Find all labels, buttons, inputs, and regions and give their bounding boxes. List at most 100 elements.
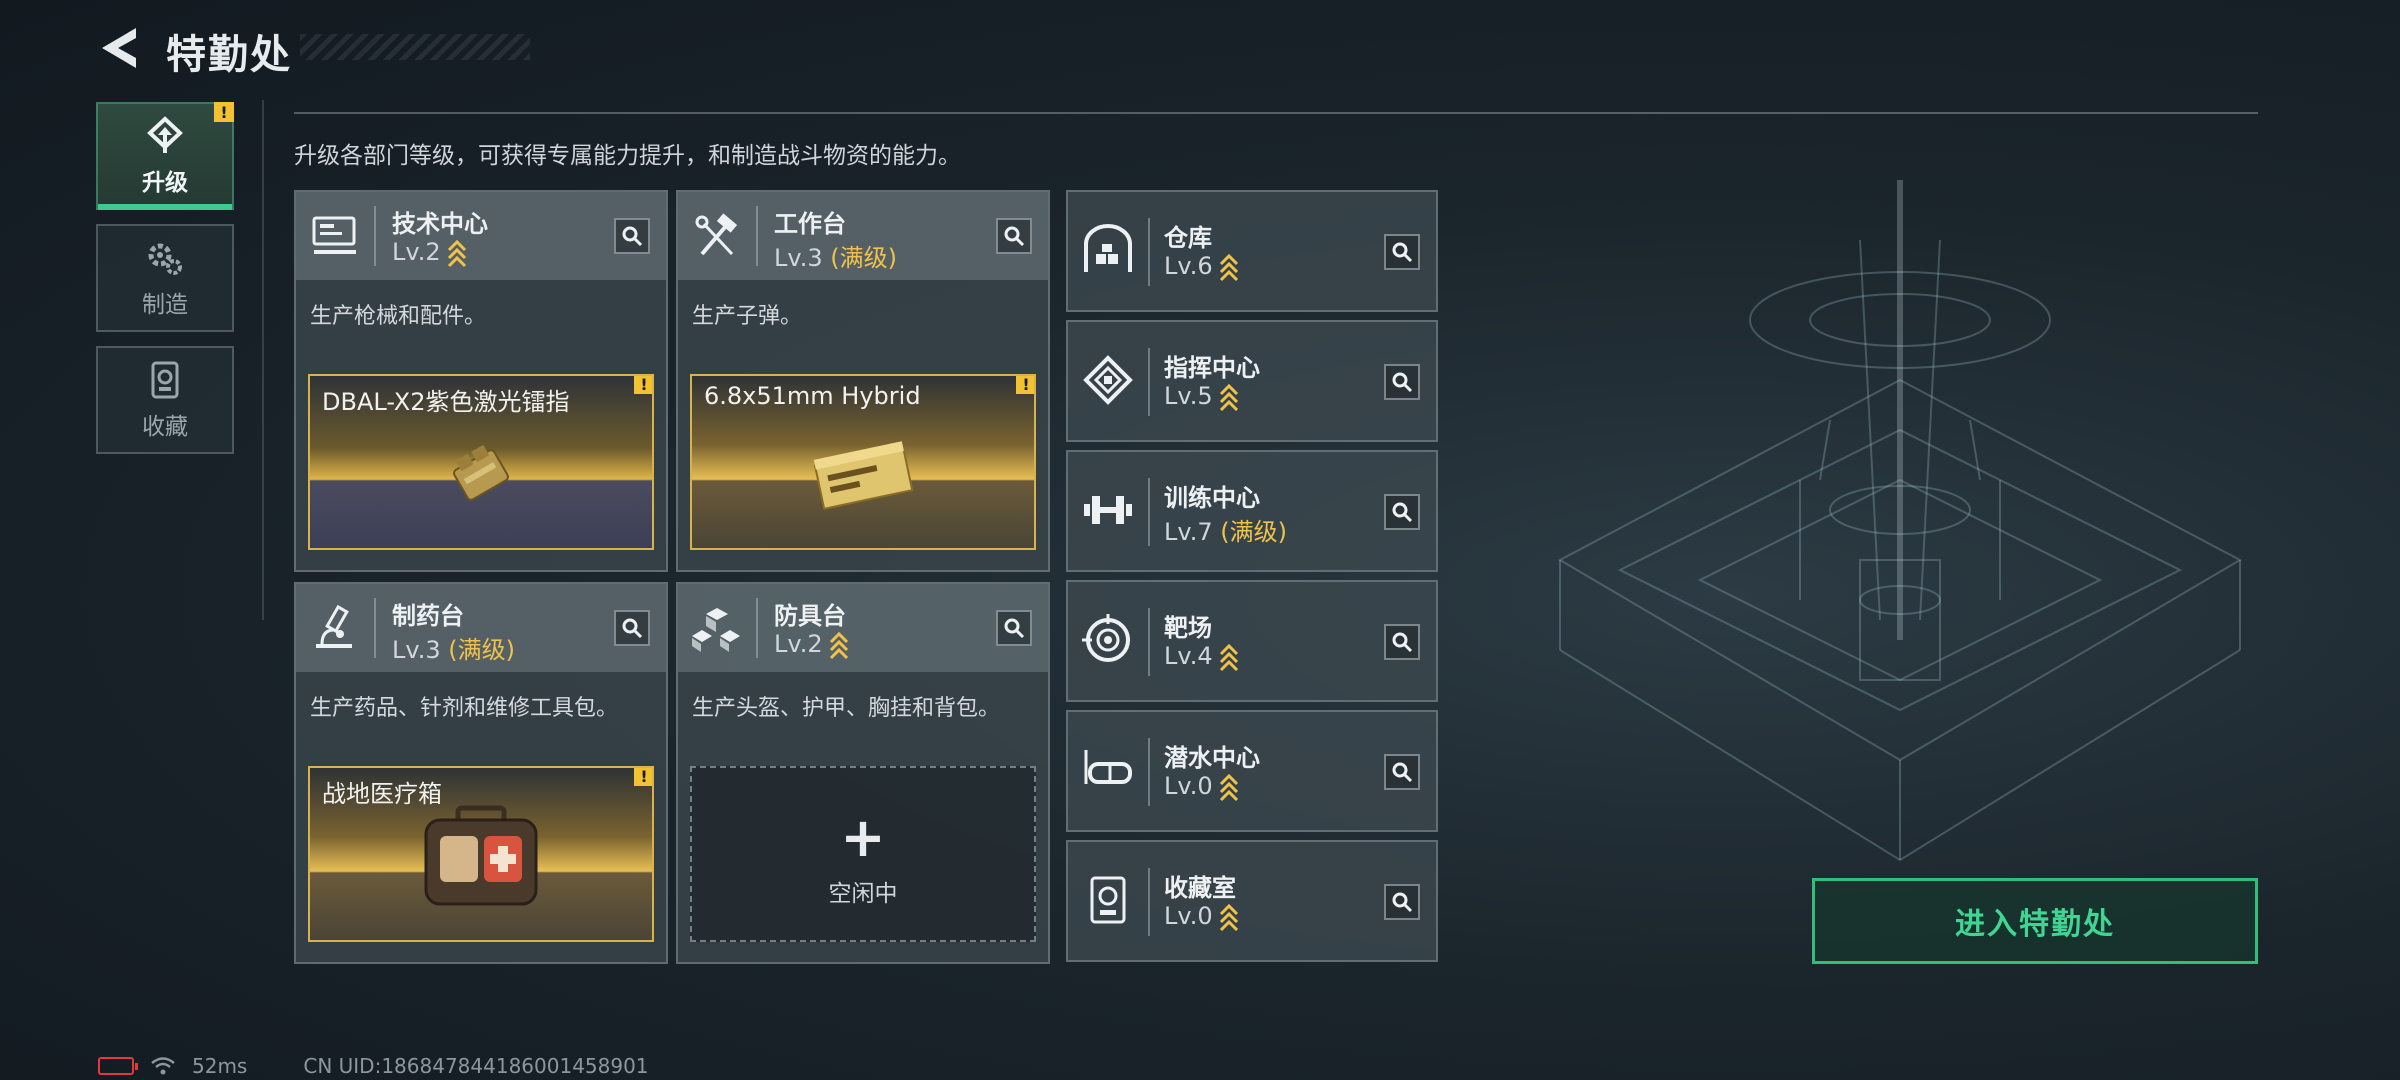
nav-tab-craft[interactable]: 制造 — [96, 224, 234, 332]
department-name: 防具台 — [774, 602, 846, 630]
collection-icon — [144, 359, 186, 401]
header-divider — [1148, 868, 1150, 936]
department-level: Lv.2 — [392, 238, 467, 268]
production-slot[interactable]: 6.8x51mm Hybrid ! — [690, 374, 1036, 550]
department-level: Lv.7 (满级) — [1164, 518, 1287, 546]
alert-badge: ! — [1016, 376, 1034, 394]
search-icon — [1392, 502, 1413, 523]
title-decoration — [300, 34, 530, 60]
department-card-collection-room[interactable]: 收藏室 Lv.0 — [1066, 840, 1438, 962]
header-divider — [1148, 608, 1150, 676]
upgrade-chevrons-icon — [829, 631, 848, 660]
player-uid: CN UID:186847844186001458901 — [303, 1054, 649, 1078]
inspect-button[interactable] — [1384, 234, 1420, 270]
department-name: 收藏室 — [1164, 874, 1236, 902]
department-card-diving-center[interactable]: 潜水中心 Lv.0 — [1066, 710, 1438, 832]
slot-item-name: DBAL-X2紫色激光镭指 — [322, 388, 570, 416]
medkit-icon — [416, 802, 546, 916]
monitor-icon — [310, 212, 360, 262]
header-divider — [1148, 738, 1150, 806]
inspect-button[interactable] — [1384, 364, 1420, 400]
base-building-illustration — [1557, 180, 2243, 862]
search-icon — [622, 618, 643, 639]
inspect-button[interactable] — [1384, 624, 1420, 660]
inspect-button[interactable] — [614, 218, 650, 254]
add-icon: + — [840, 806, 886, 869]
ping-value: 52ms — [192, 1054, 248, 1078]
department-name: 仓库 — [1164, 224, 1212, 252]
department-card-shooting-range[interactable]: 靶场 Lv.4 — [1066, 580, 1438, 702]
department-card-training-center[interactable]: 训练中心 Lv.7 (满级) — [1066, 450, 1438, 572]
upgrade-chevrons-icon — [1219, 253, 1238, 282]
department-description: 生产子弹。 — [692, 304, 803, 329]
nav-tab-upgrade[interactable]: 升级 ! — [96, 102, 234, 210]
department-level: Lv.3 (满级) — [774, 244, 897, 272]
production-slot[interactable]: DBAL-X2紫色激光镭指 ! — [308, 374, 654, 550]
status-bar: 52ms CN UID:186847844186001458901 — [98, 1054, 649, 1078]
enter-hq-button[interactable]: 进入特勤处 — [1812, 878, 2258, 964]
department-name: 训练中心 — [1164, 484, 1260, 512]
empty-production-slot[interactable]: + 空闲中 — [690, 766, 1036, 942]
target-icon — [1082, 614, 1134, 666]
slot-item-name: 6.8x51mm Hybrid — [704, 382, 921, 410]
nav-label: 制造 — [142, 292, 188, 318]
ammo-box-icon — [808, 430, 918, 524]
laser-sight-icon — [436, 430, 526, 524]
nav-divider — [262, 100, 264, 620]
hammer-wrench-icon — [692, 212, 742, 262]
gears-icon — [144, 237, 186, 279]
inspect-button[interactable] — [1384, 884, 1420, 920]
department-name: 制药台 — [392, 602, 464, 630]
nav-label: 升级 — [142, 170, 188, 196]
header-divider — [374, 598, 376, 658]
search-icon — [1392, 372, 1413, 393]
department-level: Lv.0 — [1164, 902, 1239, 932]
department-level: Lv.4 — [1164, 642, 1239, 672]
battery-icon — [98, 1057, 138, 1075]
department-level: Lv.5 — [1164, 382, 1239, 412]
inspect-button[interactable] — [614, 610, 650, 646]
header-divider — [756, 598, 758, 658]
header-divider — [756, 206, 758, 266]
department-description: 生产枪械和配件。 — [310, 304, 487, 329]
department-card-tech-center[interactable]: 技术中心 Lv.2 生产枪械和配件。 DBAL-X2紫色激光镭指 ! — [294, 190, 668, 572]
nav-label: 收藏 — [142, 414, 188, 440]
inspect-button[interactable] — [996, 218, 1032, 254]
card-header: 防具台 Lv.2 — [678, 584, 1048, 672]
upgrade-chevrons-icon — [1219, 383, 1238, 412]
collection-room-icon — [1082, 874, 1134, 926]
alert-badge: ! — [634, 768, 652, 786]
upgrade-chevrons-icon — [1219, 903, 1238, 932]
card-header: 制药台 Lv.3 (满级) — [296, 584, 666, 672]
inspect-button[interactable] — [996, 610, 1032, 646]
department-description: 生产头盔、护甲、胸挂和背包。 — [692, 696, 1001, 721]
alert-badge: ! — [214, 102, 234, 122]
dumbbell-icon — [1082, 484, 1134, 536]
search-icon — [1392, 762, 1413, 783]
search-icon — [1004, 226, 1025, 247]
department-card-armor-bench[interactable]: 防具台 Lv.2 生产头盔、护甲、胸挂和背包。 + 空闲中 — [676, 582, 1050, 964]
department-level: Lv.0 — [1164, 772, 1239, 802]
inspect-button[interactable] — [1384, 754, 1420, 790]
card-header: 工作台 Lv.3 (满级) — [678, 192, 1048, 280]
header-divider — [1148, 478, 1150, 546]
search-icon — [1392, 242, 1413, 263]
nav-tab-collection[interactable]: 收藏 — [96, 346, 234, 454]
department-card-command-center[interactable]: 指挥中心 Lv.5 — [1066, 320, 1438, 442]
warehouse-icon — [1082, 224, 1134, 276]
department-name: 指挥中心 — [1164, 354, 1260, 382]
department-name: 潜水中心 — [1164, 744, 1260, 772]
department-card-warehouse[interactable]: 仓库 Lv.6 — [1066, 190, 1438, 312]
department-level: Lv.6 — [1164, 252, 1239, 282]
back-arrow-icon — [102, 28, 136, 68]
inspect-button[interactable] — [1384, 494, 1420, 530]
production-slot[interactable]: 战地医疗箱 ! — [308, 766, 654, 942]
search-icon — [1392, 892, 1413, 913]
department-card-pharmacy[interactable]: 制药台 Lv.3 (满级) 生产药品、针剂和维修工具包。 战地医疗箱 ! — [294, 582, 668, 964]
upgrade-icon — [144, 115, 186, 157]
page-description: 升级各部门等级，可获得专属能力提升，和制造战斗物资的能力。 — [294, 143, 961, 169]
header-divider — [374, 206, 376, 266]
back-button[interactable] — [96, 22, 144, 74]
diving-mask-icon — [1082, 744, 1134, 796]
department-card-workbench[interactable]: 工作台 Lv.3 (满级) 生产子弹。 6.8x51mm Hybrid ! — [676, 190, 1050, 572]
